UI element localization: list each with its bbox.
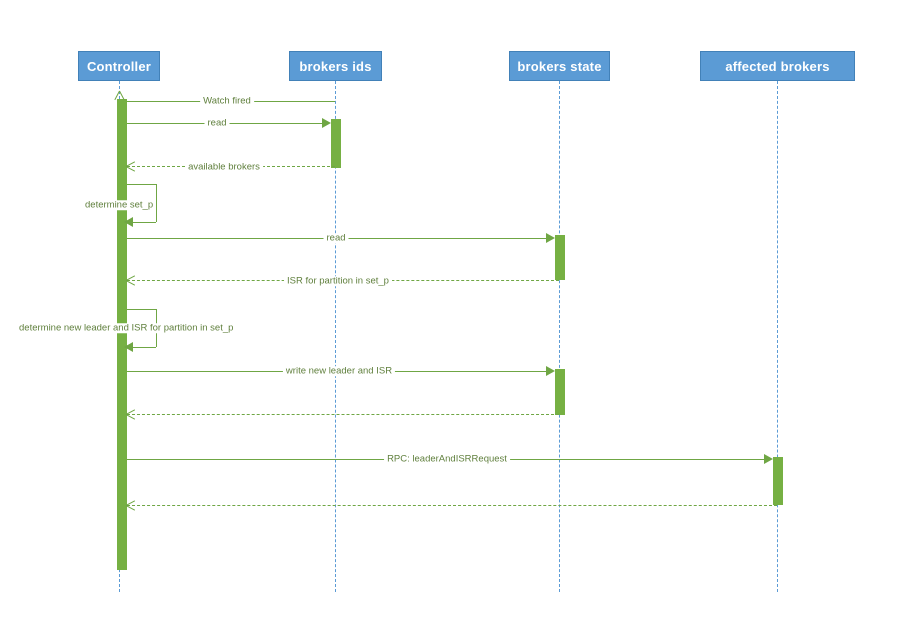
- arrowhead-read-brokers-ids: [322, 118, 331, 128]
- message-label-available-brokers: available brokers: [185, 162, 263, 172]
- activation-bar-affected-brokers: [773, 457, 783, 505]
- message-line-return-brokers-state: [127, 414, 559, 415]
- message-label-determine-leader: determine new leader and ISR for partiti…: [16, 323, 237, 333]
- participant-label-controller: Controller: [86, 58, 152, 74]
- lifeline-affected-brokers: [777, 81, 778, 592]
- arrowhead-return-brokers-state: [126, 409, 135, 419]
- activation-bar-brokers-state-2: [555, 369, 565, 415]
- participant-header-affected-brokers[interactable]: affected brokers: [700, 51, 855, 81]
- participant-label-brokers-ids: brokers ids: [299, 58, 372, 74]
- lifeline-brokers-state: [559, 81, 560, 592]
- participant-header-brokers-ids[interactable]: brokers ids: [289, 51, 382, 81]
- message-label-watch-fired: Watch fired: [200, 96, 254, 106]
- message-label-determine-set-p: determine set_p: [82, 200, 157, 210]
- arrowhead-determine-leader: [124, 342, 133, 352]
- self-loop-determine-set-p-bottom: [133, 222, 156, 223]
- arrowhead-isr-for-partition: [126, 275, 135, 285]
- arrowhead-read-brokers-state: [546, 233, 555, 243]
- message-label-isr-for-partition: ISR for partition in set_p: [284, 276, 392, 286]
- participant-label-affected-brokers: affected brokers: [725, 58, 830, 74]
- message-label-read-brokers-ids: read: [204, 118, 230, 128]
- arrowhead-watch-fired-origin: [114, 91, 124, 100]
- participant-header-controller[interactable]: Controller: [78, 51, 160, 81]
- arrowhead-available-brokers: [126, 161, 135, 171]
- message-label-write-new-leader: write new leader and ISR: [282, 366, 396, 376]
- arrowhead-rpc-leaderandisr: [764, 454, 773, 464]
- self-loop-determine-leader-top: [127, 309, 156, 310]
- participant-header-brokers-state[interactable]: brokers state: [509, 51, 610, 81]
- arrowhead-write-new-leader: [546, 366, 555, 376]
- message-line-return-affected-brokers: [127, 505, 777, 506]
- arrowhead-return-affected-brokers: [126, 500, 135, 510]
- sequence-diagram-canvas: Controller brokers ids brokers state aff…: [0, 0, 900, 627]
- activation-bar-brokers-state-1: [555, 235, 565, 280]
- message-label-rpc-leaderandisr: RPC: leaderAndISRRequest: [384, 454, 510, 464]
- message-label-read-brokers-state: read: [323, 233, 349, 243]
- participant-label-brokers-state: brokers state: [517, 58, 602, 74]
- self-loop-determine-set-p-top: [127, 184, 156, 185]
- arrowhead-determine-set-p: [124, 217, 133, 227]
- self-loop-determine-set-p-right: [156, 184, 157, 222]
- self-loop-determine-leader-bottom: [133, 347, 156, 348]
- activation-bar-brokers-ids: [331, 119, 341, 168]
